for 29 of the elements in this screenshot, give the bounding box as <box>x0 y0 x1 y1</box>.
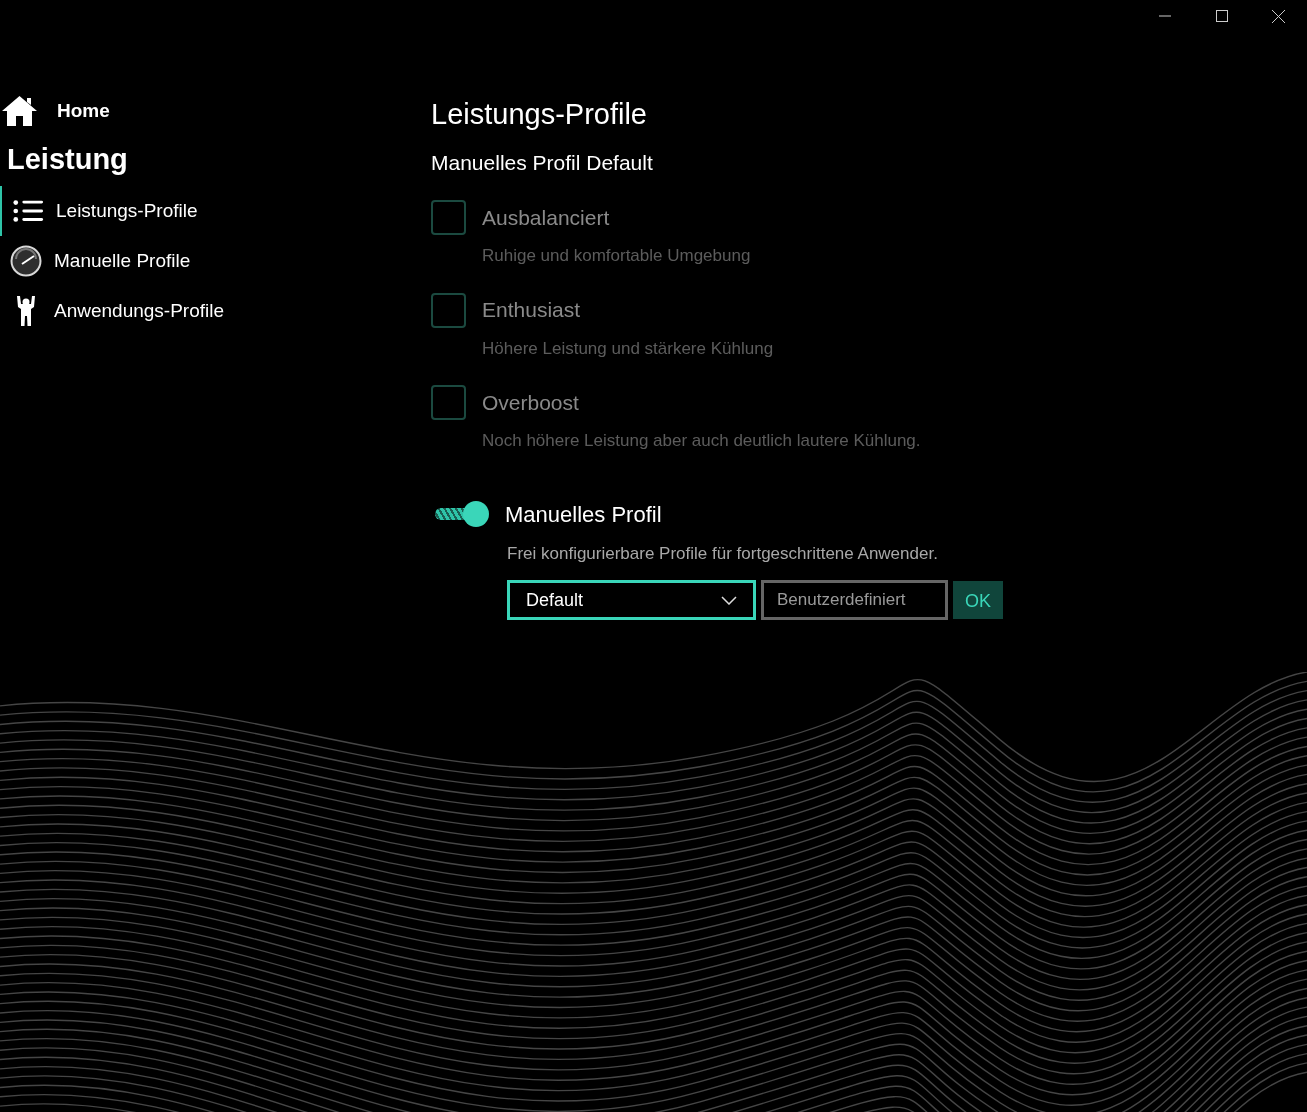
minimize-icon <box>1158 15 1171 17</box>
page-subtitle: Manuelles Profil Default <box>431 150 654 176</box>
toggle-description: Frei konfigurierbare Profile für fortgeschrittene Anwender. <box>506 542 939 565</box>
person-icon <box>15 296 37 326</box>
toggle-label: Manuelles Profil <box>505 500 662 529</box>
home-icon <box>2 96 37 126</box>
nav-item[interactable]: Manuelle Profile <box>0 236 431 286</box>
checkbox[interactable] <box>431 385 466 420</box>
gauge-icon <box>10 245 42 277</box>
maximize-icon <box>1215 10 1228 22</box>
option-description: Ruhige und komfortable Umgebung <box>481 245 752 267</box>
option-description: Höhere Leistung und stärkere Kühlung <box>481 337 775 360</box>
list-icon <box>12 199 44 223</box>
profile-name-field[interactable]: Benutzerdefiniert <box>761 580 948 620</box>
nav-item[interactable]: Anwendungs-Profile <box>0 286 431 336</box>
page-title: Leistungs-Profile <box>431 97 648 132</box>
home-link[interactable]: Home <box>0 94 431 128</box>
close-icon <box>1272 9 1285 23</box>
option-label: Enthusiast <box>482 297 581 324</box>
nav-item[interactable]: Leistungs-Profile <box>0 186 431 236</box>
ok-button[interactable]: OK <box>953 581 1003 619</box>
checkbox[interactable] <box>431 200 466 235</box>
checkbox[interactable] <box>431 292 466 328</box>
section-heading: Leistung <box>6 142 129 177</box>
chevron-down-icon <box>721 595 737 605</box>
profile-dropdown[interactable]: Default <box>507 580 756 620</box>
option-label: Ausbalanciert <box>482 204 610 231</box>
option-label: Overboost <box>482 389 579 416</box>
option-description: Noch höhere Leistung aber auch deutlich lautere Kühlung. <box>481 430 922 452</box>
